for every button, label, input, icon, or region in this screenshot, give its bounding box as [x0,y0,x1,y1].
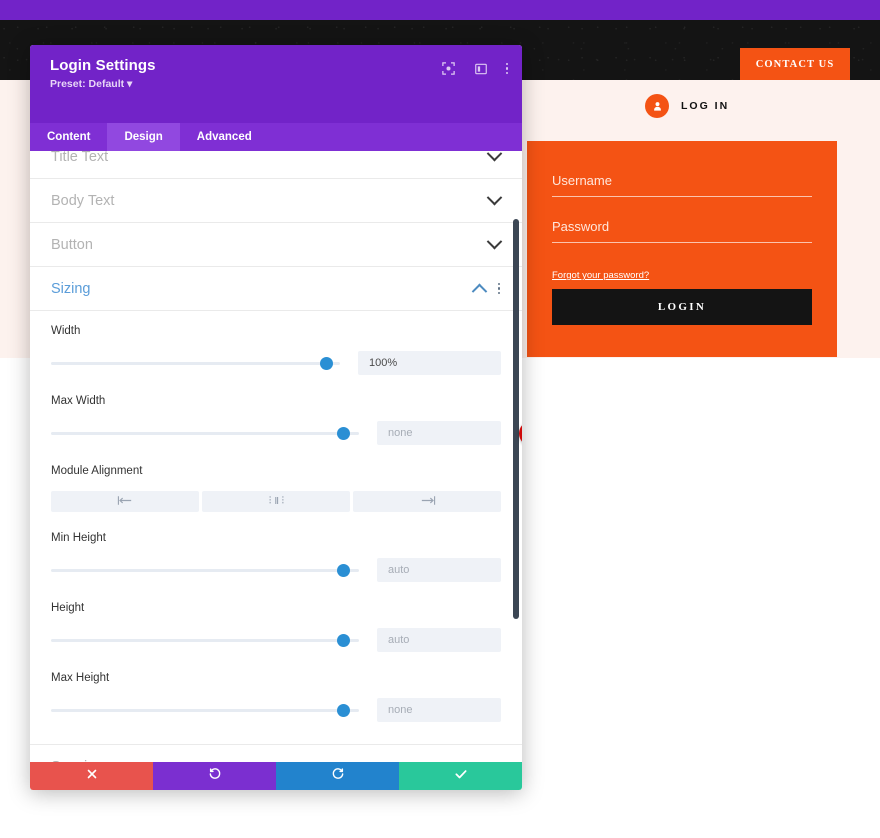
username-input[interactable]: Username [552,173,812,197]
section-title-text[interactable]: Title Text [30,151,522,179]
redo-button[interactable] [276,762,399,790]
min-height-slider-knob[interactable] [337,564,351,577]
modal-footer [30,762,522,790]
section-spacing[interactable]: Spacing [30,745,522,762]
site-admin-bar [0,0,880,20]
modal-scrollbar[interactable] [513,219,519,619]
height-input[interactable]: auto [377,628,501,652]
screenshot-root: CONTACT US LOG IN Username Password Forg… [0,0,880,838]
section-sizing[interactable]: Sizing [30,267,522,311]
min-height-slider-track [51,569,359,572]
contact-us-button[interactable]: CONTACT US [740,48,850,81]
control-height: Height auto [51,602,501,652]
control-module-alignment-label: Module Alignment [51,465,143,477]
max-height-slider[interactable] [51,703,359,717]
cancel-button[interactable] [30,762,153,790]
module-alignment-group [51,491,501,512]
height-slider-knob[interactable] [337,634,351,647]
min-height-slider[interactable] [51,563,359,577]
undo-button[interactable] [153,762,276,790]
section-sizing-controls [471,282,500,300]
chevron-down-icon[interactable] [486,151,503,162]
forgot-password-link[interactable]: Forgot your password? [552,270,649,281]
control-module-alignment: Module Alignment [51,465,501,512]
control-max-height: Max Height none [51,672,501,722]
login-module: Username Password Forgot your password? … [527,141,837,357]
control-max-height-label: Max Height [51,672,110,684]
login-heading-label: LOG IN [681,100,730,112]
max-width-slider[interactable] [51,426,359,440]
settings-scroll-area: Title Text Body Text Button Sizing Width… [30,151,522,762]
section-body-text[interactable]: Body Text [30,179,522,223]
undo-icon [208,767,222,786]
align-center-button[interactable] [202,491,350,512]
section-button-label: Button [51,236,93,253]
max-height-input[interactable]: none [377,698,501,722]
tab-content[interactable]: Content [30,123,107,151]
max-width-slider-knob[interactable] [337,427,351,440]
tab-advanced[interactable]: Advanced [180,123,269,151]
section-body-text-label: Body Text [51,192,115,209]
modal-header-icons [441,61,508,76]
align-right-button[interactable] [353,491,501,512]
section-body-text-controls [486,189,503,206]
modal-preset-label: Preset: Default [50,78,125,90]
max-width-slider-track [51,432,359,435]
login-submit-button[interactable]: LOGIN [552,289,812,325]
section-spacing-label: Spacing [51,759,103,762]
section-options-icon[interactable] [497,282,500,295]
user-avatar-icon [645,94,669,118]
width-slider[interactable] [51,356,340,370]
login-section-heading: LOG IN [645,94,729,118]
layout-panel-icon[interactable] [474,62,488,76]
min-height-input[interactable]: auto [377,558,501,582]
control-width: Width 100% [51,325,501,375]
sizing-section-body: Width 100% Max Width none Module Alignme… [30,311,522,745]
check-icon [454,767,468,786]
max-height-slider-knob[interactable] [337,704,351,717]
height-slider[interactable] [51,633,359,647]
chevron-up-icon[interactable] [471,283,487,300]
section-button-controls [486,233,503,250]
password-input[interactable]: Password [552,219,812,243]
tab-design[interactable]: Design [107,123,180,151]
align-right-icon [419,493,436,511]
redo-icon [331,767,345,786]
section-title-text-label: Title Text [51,151,109,165]
modal-body: 1 Title Text Body Text [30,151,522,762]
modal-tabs: Content Design Advanced [30,123,522,151]
height-slider-track [51,639,359,642]
control-min-height-label: Min Height [51,532,106,544]
modal-preset-selector[interactable]: Preset: Default ▾ [50,78,506,90]
target-icon[interactable] [441,61,456,76]
preset-caret-icon: ▾ [127,78,133,90]
save-button[interactable] [399,762,522,790]
max-height-slider-track [51,709,359,712]
chevron-down-icon[interactable] [486,233,503,250]
more-vertical-icon[interactable] [505,62,508,75]
modal-title: Login Settings [50,57,156,74]
control-width-label: Width [51,325,81,337]
chevron-down-icon[interactable] [486,756,503,762]
width-slider-track [51,362,340,365]
control-min-height: Min Height auto [51,532,501,582]
control-max-width: Max Width none [51,395,501,445]
width-slider-knob[interactable] [319,357,333,370]
section-title-text-controls [486,151,503,162]
control-height-label: Height [51,602,85,614]
section-button[interactable]: Button [30,223,522,267]
close-icon [86,767,98,785]
align-left-button[interactable] [51,491,199,512]
login-settings-modal: Login Settings Preset: Default ▾ Content… [30,45,522,790]
section-sizing-label: Sizing [51,280,91,297]
max-width-input[interactable]: none [377,421,501,445]
control-max-width-label: Max Width [51,395,106,407]
align-left-icon [117,493,134,511]
modal-header: Login Settings Preset: Default ▾ [30,45,522,123]
section-spacing-controls [486,756,503,762]
chevron-down-icon[interactable] [486,189,503,206]
align-center-icon [268,493,285,511]
width-input[interactable]: 100% [358,351,501,375]
